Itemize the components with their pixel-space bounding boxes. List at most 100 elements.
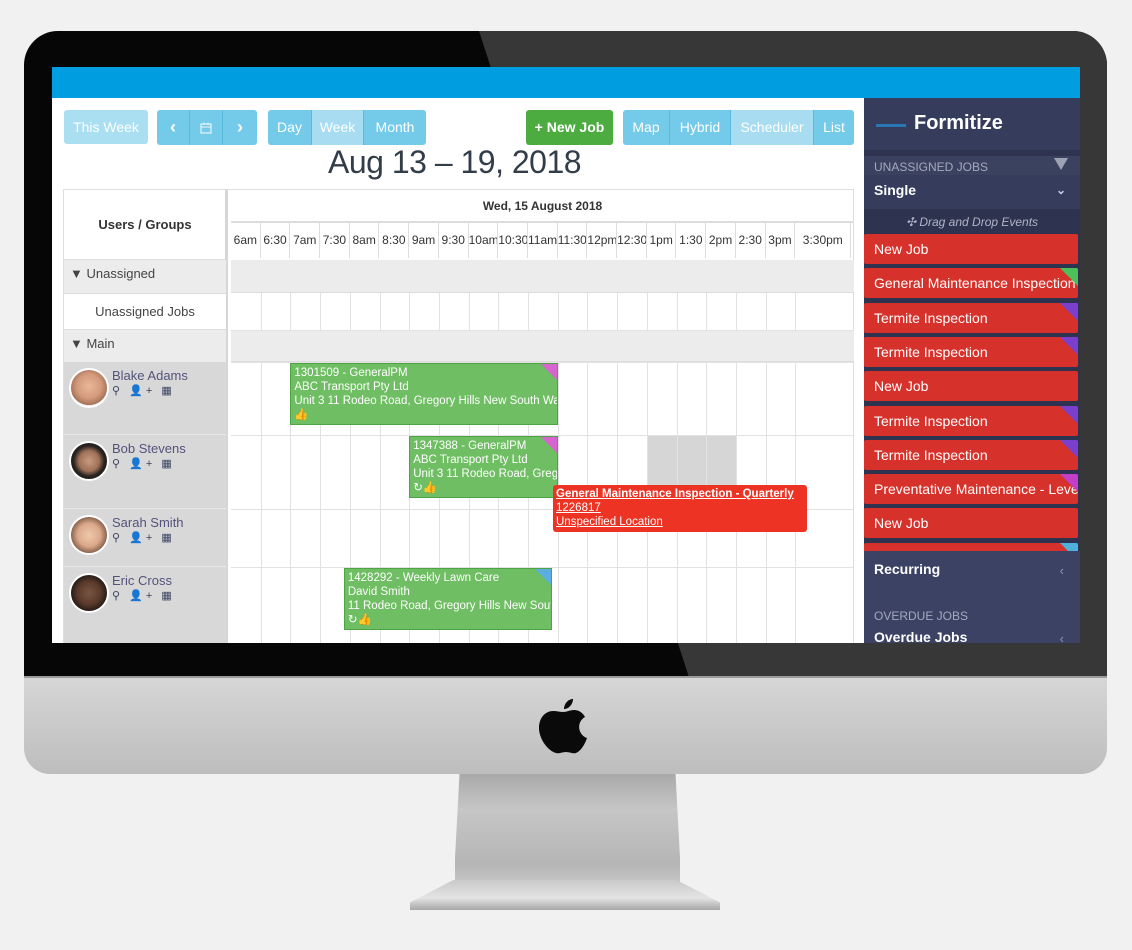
time-slot-header: 7:30	[320, 223, 350, 258]
group-main[interactable]: ▼ Main	[64, 330, 226, 364]
grid-line	[409, 509, 411, 567]
user-plus-icon[interactable]: 👤+	[129, 532, 155, 544]
grid-line	[617, 567, 619, 643]
event-line2: ABC Transport Pty Ltd	[413, 454, 528, 466]
users-column: Users / Groups ▼ Unassigned Unassigned J…	[64, 190, 228, 643]
single-dropdown[interactable]: Single ⌄	[864, 175, 1080, 209]
user-name[interactable]: Bob Stevens	[112, 441, 186, 456]
unassigned-job-item[interactable]: Preventative Maintenance - Level	[864, 474, 1078, 505]
date-picker-button[interactable]	[190, 110, 223, 145]
job-event[interactable]: 1428292 - Weekly Lawn Care David Smith 11 …	[343, 568, 552, 630]
event-line2: David Smith	[347, 586, 410, 598]
user-row-bob-stevens: Bob Stevens ⚲ 👤+ ▦	[64, 435, 226, 509]
event-line2: ABC Transport Pty Ltd	[294, 381, 409, 393]
unassigned-job-item[interactable]: Termite Inspection	[864, 405, 1078, 436]
user-plus-icon[interactable]: 👤+	[129, 458, 155, 470]
stand-foot	[410, 880, 720, 910]
grid-line	[795, 293, 797, 330]
job-label: Termite Inspection	[874, 343, 988, 360]
chevron-left-icon: ‹	[170, 117, 176, 137]
unassigned-job-item[interactable]: New Job	[864, 371, 1078, 402]
time-slot-header: 11am	[528, 223, 558, 258]
main-content: This Week ‹ › Day Week Month + New Job M…	[52, 98, 864, 643]
grid-line	[379, 435, 381, 509]
time-slot-header: 6:30	[261, 223, 291, 258]
avatar	[69, 573, 109, 613]
list-mode-button[interactable]: List	[814, 110, 854, 145]
unassigned-job-item[interactable]: New Job	[864, 234, 1078, 264]
grid-line	[260, 293, 262, 330]
grid-line	[438, 509, 440, 567]
time-slot-header: 1:30	[677, 223, 707, 258]
user-name[interactable]: Sarah Smith	[112, 515, 184, 530]
map-marker-icon[interactable]: ⚲	[112, 532, 123, 544]
job-label: General Maintenance Inspection	[874, 275, 1076, 292]
unassigned-job-item[interactable]: Termite Inspection	[864, 336, 1078, 367]
unassigned-job-item[interactable]: General Maintenance Inspection	[864, 268, 1078, 299]
job-label: Termite Inspection	[874, 412, 988, 429]
this-week-button[interactable]: This Week	[64, 110, 148, 144]
calendar-icon[interactable]: ▦	[161, 532, 174, 544]
date-range-title: Aug 13 – 19, 2018	[328, 144, 582, 180]
calendar-icon[interactable]: ▦	[161, 590, 174, 602]
next-button[interactable]: ›	[223, 110, 257, 145]
grid-line	[468, 293, 470, 330]
grid-line	[528, 509, 529, 567]
event-line1: 1301509 - GeneralPM	[294, 367, 408, 379]
day-view-button[interactable]: Day	[268, 110, 312, 145]
grid-line	[557, 567, 559, 643]
unassigned-job-item[interactable]: New Job	[864, 508, 1078, 539]
calendar-icon[interactable]: ▦	[161, 385, 174, 397]
grid-line	[349, 293, 351, 330]
grid-line	[735, 362, 737, 435]
grid-line	[290, 567, 292, 643]
grid-line	[646, 362, 648, 435]
unassigned-job-item[interactable]: Termite Inspection	[864, 302, 1078, 333]
grid-line	[795, 362, 797, 435]
chevron-left-icon[interactable]: ‹	[1060, 631, 1064, 643]
grid-line	[795, 567, 797, 643]
user-action-icons: ⚲ 👤+ ▦	[112, 457, 175, 470]
user-plus-icon[interactable]: 👤+	[129, 590, 155, 602]
user-plus-icon[interactable]: 👤+	[129, 385, 155, 397]
group-unassigned[interactable]: ▼ Unassigned	[64, 260, 226, 294]
grid-line	[587, 293, 589, 330]
job-type-marker	[1060, 336, 1078, 355]
map-marker-icon[interactable]: ⚲	[112, 385, 123, 397]
month-view-button[interactable]: Month	[364, 110, 426, 145]
job-event[interactable]: 1301509 - GeneralPM ABC Transport Pty Ltd…	[290, 363, 558, 425]
chevron-left-icon[interactable]: ‹	[1060, 563, 1064, 578]
job-event[interactable]: 1347388 - GeneralPM ABC Transport Pty Ltd…	[409, 436, 558, 498]
chevron-right-icon: ›	[237, 117, 243, 137]
overdue-jobs-item[interactable]: Overdue Jobs	[874, 629, 967, 643]
recurring-section: Recurring ‹ OVERDUE JOBS Overdue Jobs ‹	[864, 551, 1080, 643]
map-mode-button[interactable]: Map	[623, 110, 670, 145]
scheduler-mode-button[interactable]: Scheduler	[731, 110, 814, 145]
map-marker-icon[interactable]: ⚲	[112, 590, 123, 602]
user-name[interactable]: Blake Adams	[112, 368, 188, 383]
user-name[interactable]: Eric Cross	[112, 573, 172, 588]
week-view-button[interactable]: Week	[312, 110, 364, 145]
time-slot-header: 10:30	[498, 223, 528, 258]
grid-line	[438, 293, 440, 330]
event-status-icons: ↻👍	[347, 614, 372, 626]
grid-line	[676, 567, 678, 643]
filter-icon[interactable]	[1054, 158, 1068, 170]
recurring-label[interactable]: Recurring	[874, 561, 940, 577]
unassigned-job-item[interactable]: Termite Inspection	[864, 439, 1078, 470]
calendar-icon[interactable]: ▦	[161, 458, 174, 470]
hybrid-mode-button[interactable]: Hybrid	[670, 110, 731, 145]
event-line3: 11 Rodeo Road, Gregory Hills New South W…	[347, 600, 551, 612]
grid-line	[290, 435, 292, 509]
grid-line	[617, 362, 619, 435]
dragging-event[interactable]: General Maintenance Inspection - Quarter…	[553, 485, 807, 532]
new-job-button[interactable]: + New Job	[526, 110, 613, 145]
prev-button[interactable]: ‹	[157, 110, 190, 145]
time-slot-header: 2pm	[706, 223, 736, 258]
user-action-icons: ⚲ 👤+ ▦	[112, 589, 175, 602]
time-slot-header: 2:30	[736, 223, 766, 258]
map-marker-icon[interactable]: ⚲	[112, 458, 123, 470]
grid-line	[587, 362, 589, 435]
job-type-marker	[1060, 302, 1078, 321]
date-nav-group: ‹ ›	[157, 110, 257, 145]
